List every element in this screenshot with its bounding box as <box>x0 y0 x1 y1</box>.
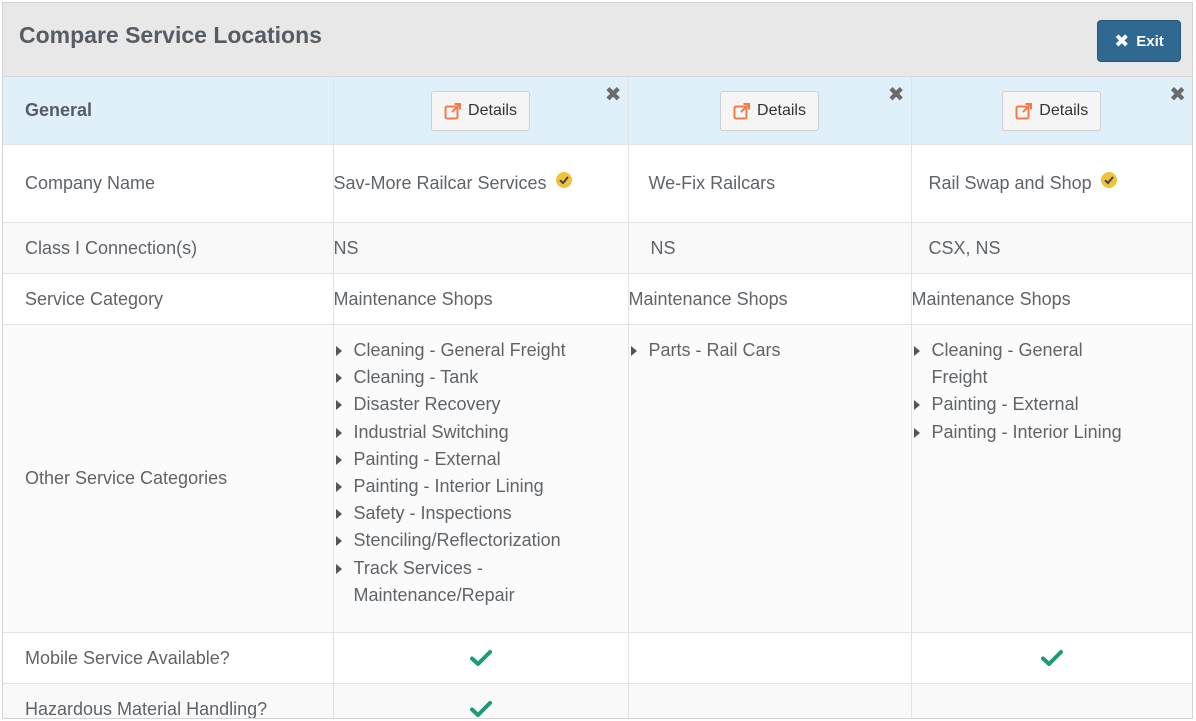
list-item: Cleaning - General Freight <box>334 337 628 364</box>
list-item: Parts - Rail Cars <box>629 337 911 364</box>
hazmat-cell <box>332 683 629 718</box>
other-categories-cell: Cleaning - General Freight Painting - Ex… <box>910 324 1193 633</box>
times-icon: ✖ <box>1114 31 1130 51</box>
location-3-header: Details ✖ <box>910 77 1192 145</box>
service-category-value: Maintenance Shops <box>910 273 1192 325</box>
class1-row: Class I Connection(s) NS NS CSX, NS <box>3 222 1192 274</box>
details-button[interactable]: Details <box>720 90 819 131</box>
hazmat-row: Hazardous Material Handling? <box>3 683 1192 718</box>
row-label: Hazardous Material Handling? <box>3 683 334 718</box>
company-name: Sav-More Railcar Services <box>333 173 547 193</box>
row-label: Company Name <box>3 144 334 223</box>
hazmat-cell <box>627 683 912 718</box>
class1-value: NS <box>627 222 912 274</box>
verified-badge-icon <box>1100 172 1117 188</box>
category-list: Parts - Rail Cars <box>629 337 911 364</box>
service-category-value: Maintenance Shops <box>627 273 912 325</box>
modal-header: Compare Service Locations ✖ Exit <box>3 3 1192 77</box>
service-category-value: Maintenance Shops <box>332 273 629 325</box>
class1-value: NS <box>332 222 629 274</box>
checkmark-icon <box>1040 650 1063 666</box>
external-link-icon <box>444 102 462 119</box>
details-label: Details <box>757 101 806 119</box>
list-item: Disaster Recovery <box>334 391 628 418</box>
close-icon[interactable]: ✖ <box>1169 82 1186 107</box>
company-name: We-Fix Railcars <box>648 173 776 193</box>
compare-modal: Compare Service Locations ✖ Exit General… <box>2 2 1193 719</box>
list-item: Cleaning - Tank <box>334 364 628 391</box>
other-categories-cell: Cleaning - General Freight Cleaning - Ta… <box>332 324 629 633</box>
other-categories-row: Other Service Categories Cleaning - Gene… <box>3 324 1193 633</box>
close-icon[interactable]: ✖ <box>605 82 622 107</box>
exit-button[interactable]: ✖ Exit <box>1097 20 1181 62</box>
mobile-service-cell <box>627 632 912 684</box>
general-label: General <box>3 77 334 145</box>
list-item: Industrial Switching <box>334 419 628 446</box>
details-label: Details <box>468 101 517 119</box>
checkmark-icon <box>469 701 492 717</box>
row-label: Service Category <box>3 273 334 325</box>
checkmark-icon <box>469 650 492 666</box>
comparison-table: General Details ✖ Details ✖ Details ✖ Co… <box>3 77 1193 718</box>
details-button[interactable]: Details <box>1002 90 1102 131</box>
external-link-icon <box>733 102 751 119</box>
hazmat-cell <box>910 683 1192 718</box>
page-title: Compare Service Locations <box>19 22 322 48</box>
company-name: Rail Swap and Shop <box>928 173 1092 193</box>
close-icon[interactable]: ✖ <box>888 82 905 107</box>
other-categories-cell: Parts - Rail Cars <box>627 324 912 633</box>
list-item: Painting - Interior Lining <box>334 473 628 500</box>
row-label: Mobile Service Available? <box>3 632 334 684</box>
company-cell: We-Fix Railcars <box>627 144 912 223</box>
verified-badge-icon <box>555 172 572 188</box>
category-list: Cleaning - General Freight Painting - Ex… <box>912 337 1193 446</box>
row-label: Other Service Categories <box>3 324 334 633</box>
list-item: Safety - Inspections <box>334 500 628 527</box>
list-item: Track Services - Maintenance/Repair <box>334 555 524 609</box>
list-item: Painting - External <box>334 446 628 473</box>
mobile-service-cell <box>910 632 1192 684</box>
list-item: Cleaning - General Freight <box>912 337 1122 391</box>
category-list: Cleaning - General Freight Cleaning - Ta… <box>334 337 628 609</box>
service-category-row: Service Category Maintenance Shops Maint… <box>3 273 1192 325</box>
company-cell: Rail Swap and Shop <box>910 144 1192 223</box>
mobile-service-cell <box>332 632 629 684</box>
details-button[interactable]: Details <box>431 90 530 131</box>
location-1-header: Details ✖ <box>332 77 629 145</box>
exit-label: Exit <box>1136 32 1164 50</box>
row-label: Class I Connection(s) <box>3 222 334 274</box>
list-item: Painting - External <box>912 391 1193 418</box>
list-item: Painting - Interior Lining <box>912 419 1193 446</box>
details-label: Details <box>1039 101 1089 119</box>
class1-value: CSX, NS <box>910 222 1192 274</box>
location-2-header: Details ✖ <box>627 77 912 145</box>
general-row: General Details ✖ Details ✖ Details ✖ <box>3 77 1192 145</box>
external-link-icon <box>1015 102 1033 119</box>
mobile-service-row: Mobile Service Available? <box>3 632 1192 684</box>
company-name-row: Company Name Sav-More Railcar Services W… <box>3 144 1192 223</box>
company-cell: Sav-More Railcar Services <box>332 144 629 223</box>
list-item: Stenciling/Reflectorization <box>334 527 628 554</box>
